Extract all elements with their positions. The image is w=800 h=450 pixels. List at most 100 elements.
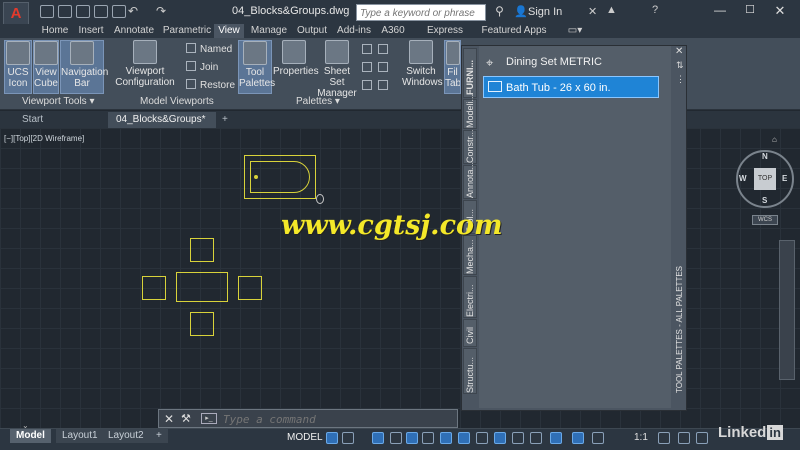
plot-icon[interactable]	[112, 5, 126, 18]
palette-tab-furniture[interactable]: FURNI...	[463, 48, 477, 98]
palette-title-bar[interactable]: TOOL PALETTES - ALL PALETTES	[673, 265, 687, 395]
close-window-button[interactable]: ✕	[770, 3, 790, 21]
palette-autohide-icon[interactable]: ⇅	[676, 60, 684, 71]
compass-west[interactable]: W	[739, 174, 747, 183]
navigation-bar[interactable]	[779, 240, 795, 380]
named-button[interactable]: Named	[186, 43, 232, 55]
annotation-visibility-icon[interactable]	[550, 432, 562, 444]
workspace-gear-icon[interactable]	[658, 432, 670, 444]
redo-icon[interactable]: ↷	[156, 4, 166, 18]
annotation-scale-icon[interactable]	[592, 432, 604, 444]
search-input[interactable]	[360, 7, 484, 19]
ucs-icon-button[interactable]: UCS Icon	[4, 40, 32, 94]
design-center-icon[interactable]	[362, 62, 372, 72]
grid-dropdown-icon[interactable]	[342, 432, 354, 444]
tab-annotate[interactable]: Annotate	[110, 24, 158, 38]
tab-featured-apps[interactable]: Featured Apps	[480, 24, 548, 38]
layout-tab-layout1[interactable]: Layout1	[56, 429, 104, 443]
palette-tab-constraints[interactable]: Constr...	[463, 129, 477, 164]
user-icon[interactable]: 👤	[514, 5, 528, 18]
viewport-controls-label[interactable]: [−][Top][2D Wireframe]	[4, 134, 84, 143]
layout-tab-layout2[interactable]: Layout2	[102, 429, 150, 443]
tab-add-ins[interactable]: Add-ins	[334, 24, 374, 38]
save-as-icon[interactable]	[94, 5, 108, 18]
palette-tab-modeling[interactable]: Modeli...	[463, 94, 477, 129]
chair-right[interactable]	[238, 276, 262, 300]
tab-output[interactable]: Output	[294, 24, 330, 38]
tab-view[interactable]: View	[214, 24, 244, 38]
briefcase-icon[interactable]	[378, 80, 388, 90]
palette-tab-structural[interactable]: Structu...	[463, 348, 477, 394]
auto-scale-icon[interactable]	[572, 432, 584, 444]
add-layout-button[interactable]: +	[150, 429, 168, 443]
chair-left[interactable]	[142, 276, 166, 300]
isometric-icon[interactable]	[422, 432, 434, 444]
object-snap-tracking-icon[interactable]	[440, 432, 452, 444]
isolate-objects-icon[interactable]	[696, 432, 708, 444]
markup-icon[interactable]	[378, 44, 388, 54]
tab-parametric[interactable]: Parametric	[162, 24, 212, 38]
new-tab-button[interactable]: +	[220, 112, 234, 128]
annotation-monitor-icon[interactable]	[678, 432, 690, 444]
file-tab-active[interactable]: 04_Blocks&Groups* ✕	[108, 112, 216, 140]
palette-tab-annotation[interactable]: Annota...	[463, 162, 477, 199]
palette-tool-dining-set[interactable]: Dining Set METRIC	[506, 56, 602, 68]
annotation-scale-value[interactable]: 1:1	[634, 432, 648, 443]
application-menu-button[interactable]: A	[3, 2, 29, 26]
compass-north[interactable]: N	[762, 152, 768, 161]
layer-icon[interactable]	[378, 62, 388, 72]
sheet-set-manager-button[interactable]: Sheet Set Manager	[316, 40, 358, 99]
snap-icon[interactable]	[372, 432, 384, 444]
palette-tab-mechanical[interactable]: Mecha...	[463, 235, 477, 275]
tab-home[interactable]: Home	[36, 24, 74, 38]
command-prompt-icon[interactable]: ▸_	[201, 413, 217, 424]
viewport-tools-panel-label[interactable]: Viewport Tools ▾	[22, 96, 94, 107]
ribbon-options-icon[interactable]: ▭▾	[566, 24, 584, 38]
wrench-icon[interactable]: ⚒	[181, 412, 191, 425]
model-space-toggle[interactable]: MODEL	[287, 432, 323, 443]
search-binoculars-icon[interactable]: ⚲	[492, 4, 507, 19]
quick-calc-icon[interactable]	[362, 44, 372, 54]
chair-top[interactable]	[190, 238, 214, 262]
file-tabs-button[interactable]: Fil Tab	[444, 40, 461, 94]
minimize-button[interactable]: —	[710, 3, 730, 21]
tool-palettes-button[interactable]: Tool Palettes	[238, 40, 275, 94]
open-file-icon[interactable]	[58, 5, 72, 18]
palette-close-icon[interactable]: ✕	[675, 46, 683, 57]
compass-east[interactable]: E	[782, 174, 787, 183]
tab-insert[interactable]: Insert	[74, 24, 108, 38]
wcs-menu[interactable]: WCS	[752, 215, 778, 225]
dining-table[interactable]	[176, 272, 228, 302]
viewcube-top-face[interactable]: TOP	[754, 168, 776, 190]
ortho-icon[interactable]	[390, 432, 402, 444]
3d-object-snap-icon[interactable]	[530, 432, 542, 444]
polar-icon[interactable]	[406, 432, 418, 444]
exchange-apps-icon[interactable]: ✕	[588, 5, 597, 18]
compass-south[interactable]: S	[762, 196, 767, 205]
save-icon[interactable]	[76, 5, 90, 18]
home-view-icon[interactable]: ⌂	[772, 135, 777, 144]
switch-windows-button[interactable]: Switch Windows	[402, 40, 443, 94]
help-icon[interactable]: ?	[652, 4, 658, 16]
command-input[interactable]	[223, 412, 453, 426]
new-file-icon[interactable]	[40, 5, 54, 18]
search-box[interactable]	[356, 4, 486, 21]
transparency-icon[interactable]	[494, 432, 506, 444]
a360-icon[interactable]: ▲	[606, 4, 617, 16]
join-button[interactable]: Join	[186, 61, 218, 73]
palette-properties-icon[interactable]: ⋮	[676, 74, 685, 85]
undo-icon[interactable]: ↶	[128, 4, 138, 18]
object-snap-icon[interactable]	[458, 432, 470, 444]
file-tab-start[interactable]: Start	[14, 112, 104, 128]
palette-tab-electrical[interactable]: Electri...	[463, 276, 477, 318]
sign-in-link[interactable]: Sign In	[528, 6, 562, 18]
restore-button[interactable]: Restore	[186, 79, 235, 91]
chair-bottom[interactable]	[190, 312, 214, 336]
viewport-configuration-button[interactable]: Viewport Configuration	[115, 40, 175, 94]
palette-tab-civil[interactable]: Civil	[463, 319, 477, 347]
properties-button[interactable]: Properties	[273, 40, 319, 94]
lineweight-icon[interactable]	[476, 432, 488, 444]
maximize-button[interactable]: ☐	[740, 3, 760, 21]
grid-icon[interactable]	[326, 432, 338, 444]
selection-cycling-icon[interactable]	[512, 432, 524, 444]
